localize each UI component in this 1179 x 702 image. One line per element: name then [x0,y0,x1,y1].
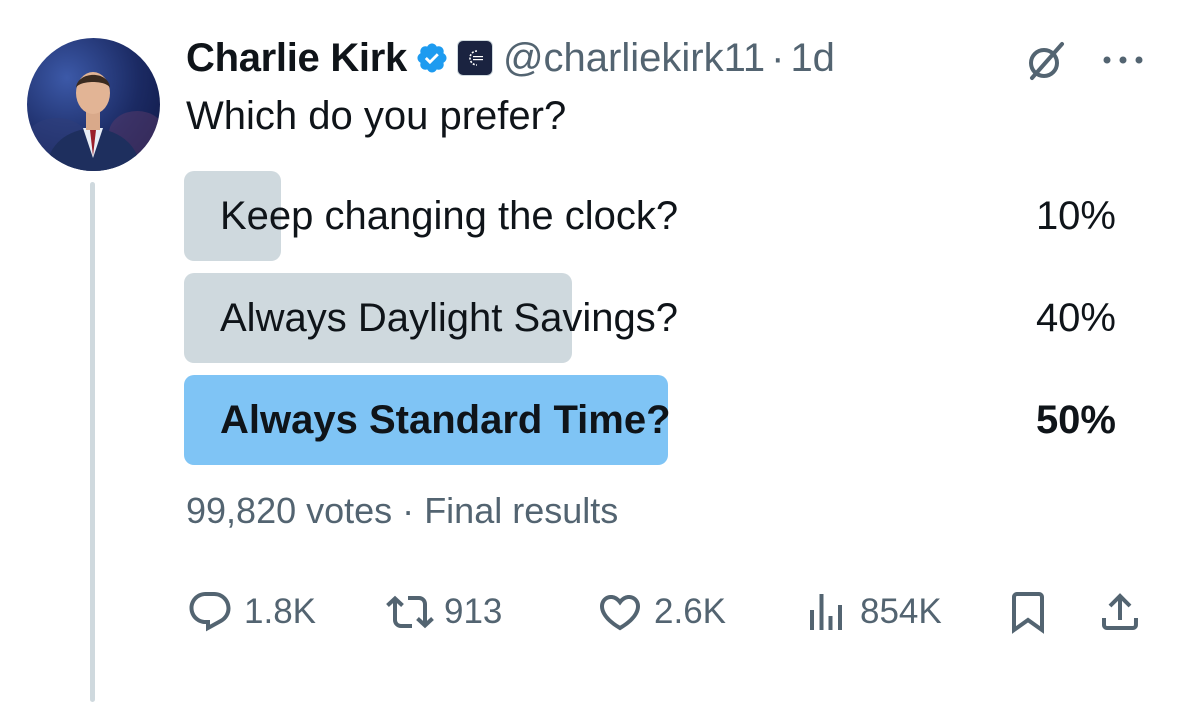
poll-meta: 99,820 votes · Final results [186,490,618,532]
heart-icon [599,595,641,631]
avatar[interactable] [27,38,160,171]
tweet-header: Charlie Kirk @charliekirk11 · 1d [186,30,835,86]
post-time[interactable]: 1d [790,36,835,81]
repost-button[interactable]: 913 [386,584,502,640]
poll-option-label: Always Daylight Savings? [220,295,678,340]
share-icon[interactable] [1096,588,1144,636]
tweet-text: Which do you prefer? [186,94,567,138]
author-handle[interactable]: @charliekirk11 [503,36,765,81]
header-separator: · [771,35,785,80]
like-count: 2.6K [654,592,726,631]
repost-count: 913 [444,592,503,631]
bookmark-icon[interactable] [1004,588,1052,636]
author-name[interactable]: Charlie Kirk [186,36,407,81]
reply-icon [189,592,231,632]
thread-line [90,182,95,702]
poll-option-percent: 50% [1035,397,1116,442]
poll-option-2: Always Daylight Savings? 40% [184,273,1132,363]
affiliation-badge-icon[interactable] [456,40,493,76]
like-button[interactable]: 2.6K [596,584,726,640]
views-count: 854K [860,592,942,631]
views-icon [810,594,842,630]
verified-badge-icon [417,43,447,73]
poll-meta-separator: · [402,490,415,531]
poll-option-label: Always Standard Time? [220,397,671,442]
poll: Keep changing the clock? 10% Always Dayl… [184,171,1132,477]
more-options-icon[interactable] [1100,50,1146,70]
reply-button[interactable]: 1.8K [186,584,316,640]
action-bar: 1.8K 913 2.6K 854K [186,584,1146,640]
poll-status: Final results [424,490,619,531]
views-button[interactable]: 854K [802,584,942,640]
poll-option-percent: 40% [1035,295,1116,340]
repost-icon [386,595,434,629]
poll-votes: 99,820 votes [186,490,393,531]
poll-option-3: Always Standard Time? 50% [184,375,1132,465]
poll-option-label: Keep changing the clock? [220,193,679,238]
poll-option-percent: 10% [1035,193,1116,238]
grok-icon[interactable] [1020,36,1070,86]
reply-count: 1.8K [244,592,316,631]
poll-option-1: Keep changing the clock? 10% [184,171,1132,261]
